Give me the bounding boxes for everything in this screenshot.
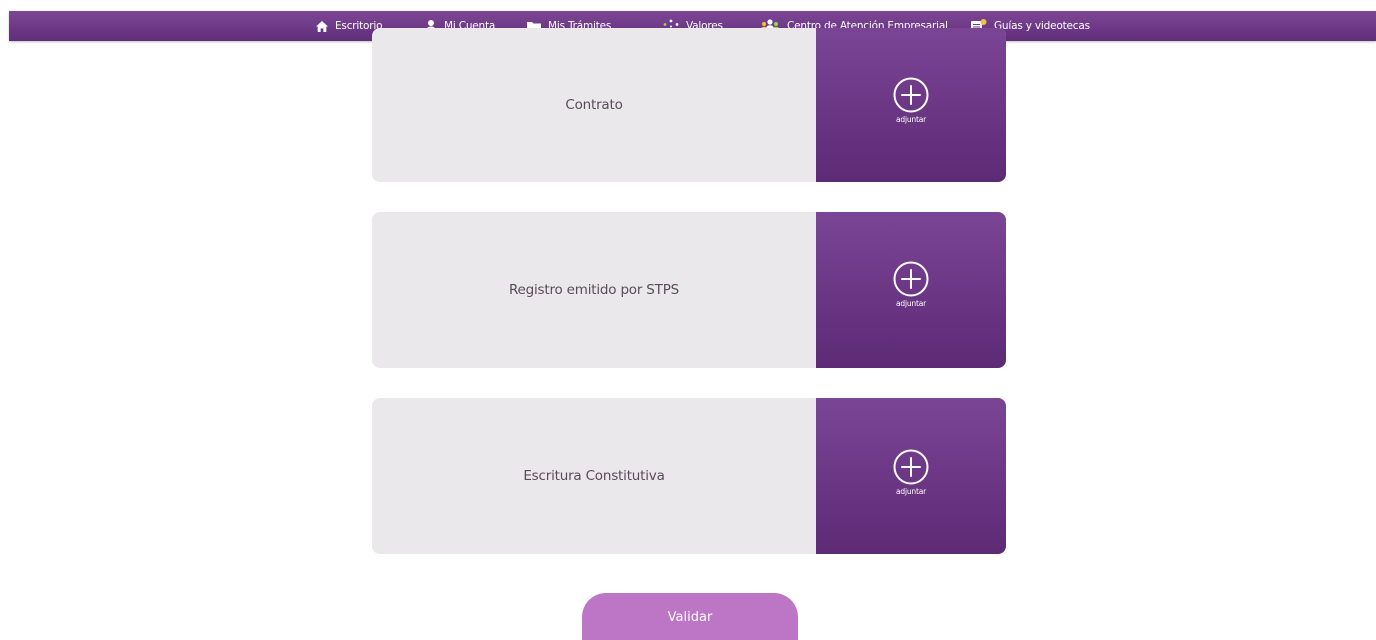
validar-button[interactable]: Validar (582, 593, 798, 640)
attach-label: adjuntar (896, 115, 926, 124)
document-label: Contrato (565, 97, 623, 113)
plus-circle-icon (893, 77, 929, 113)
attach-button[interactable]: adjuntar (816, 212, 1006, 368)
home-icon (316, 20, 328, 32)
attach-label: adjuntar (896, 487, 926, 496)
document-card-contrato: Contrato adjuntar (372, 28, 1006, 182)
document-card-registro-stps: Registro emitido por STPS adjuntar (372, 212, 1006, 368)
plus-circle-icon (893, 261, 929, 297)
nav-label-guias: Guías y videotecas (994, 20, 1090, 32)
attach-button[interactable]: adjuntar (816, 28, 1006, 182)
attach-button[interactable]: adjuntar (816, 398, 1006, 554)
document-card-escritura: Escritura Constitutiva adjuntar (372, 398, 1006, 554)
document-label: Escritura Constitutiva (523, 468, 665, 484)
document-label: Registro emitido por STPS (508, 282, 680, 298)
attach-label: adjuntar (896, 299, 926, 308)
plus-circle-icon (893, 449, 929, 485)
